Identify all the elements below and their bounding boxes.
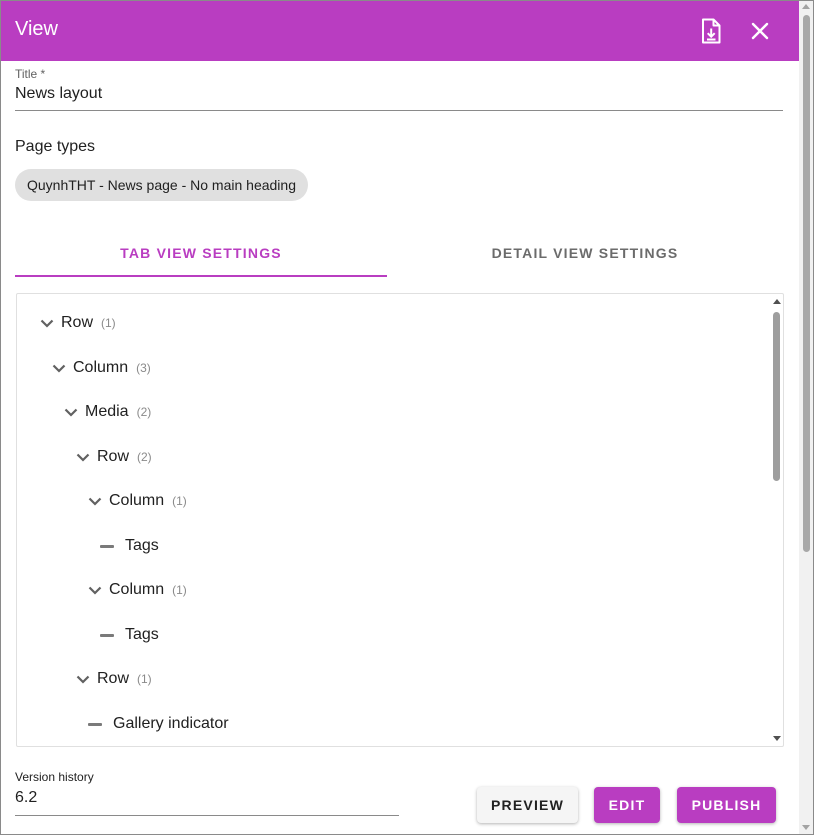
tree-node-label: Gallery indicator [113,715,229,732]
tree-scrollbar[interactable] [771,294,783,746]
download-button[interactable] [693,13,729,49]
tree-node-label: Column [73,359,129,376]
tree-node-label: Row [97,448,130,465]
tree-node-label: Column [109,492,165,509]
scroll-down-arrow-icon[interactable] [802,825,810,830]
file-download-icon [702,18,721,44]
minus-icon [100,633,114,637]
tree-scrollbar-thumb[interactable] [773,312,780,481]
tab-detail-view-settings[interactable]: DETAIL VIEW SETTINGS [399,233,771,275]
tree-node[interactable]: Row (1) [38,312,116,334]
tree-node-count: (2) [136,405,152,419]
chevron-down-icon[interactable] [38,314,56,332]
page-scrollbar[interactable] [799,1,813,834]
edit-button[interactable]: EDIT [594,787,660,823]
chevron-down-icon[interactable] [86,492,104,510]
title-input-underline [15,110,783,111]
tree-node-count: (1) [137,672,152,686]
version-history-label: Version history [15,770,94,784]
tree-node[interactable]: Media (2) [62,401,151,423]
preview-button[interactable]: PREVIEW [477,787,578,823]
tree-leaf[interactable]: Tags [98,624,159,646]
tree-node-label: Media [85,403,129,420]
scroll-up-arrow-icon[interactable] [802,4,810,9]
tree-node-count: (1) [101,316,116,330]
title-input[interactable]: News layout [15,85,102,103]
tree-node[interactable]: Column (1) [86,490,187,512]
version-history-underline [15,815,399,816]
tree-node-count: (1) [172,583,187,597]
tree-leaf[interactable]: Gallery indicator [86,713,229,735]
view-dialog: View Title * News layout Page types Quyn… [0,0,814,835]
tree-node-count: (2) [137,450,152,464]
dialog-header: View [1,1,799,61]
layout-tree: Row (1) Column (3) Media (2) Row (2) Column (1) Ta… [16,293,784,747]
tree-node[interactable]: Column (3) [50,357,151,379]
tree-node-label: Tags [125,626,159,643]
chevron-down-icon[interactable] [50,359,68,377]
tree-node[interactable]: Row (1) [74,668,152,690]
tree-leaf[interactable]: Tags [98,535,159,557]
tree-node[interactable]: Column (1) [86,579,187,601]
tree-node-label: Row [97,670,130,687]
version-history-input[interactable]: 6.2 [15,789,37,807]
tree-scroll-up-icon[interactable] [773,299,781,304]
chevron-down-icon[interactable] [74,448,92,466]
tree-node-label: Column [109,581,165,598]
page-scrollbar-thumb[interactable] [803,15,810,552]
chevron-down-icon[interactable] [86,581,104,599]
tree-node-count: (3) [136,361,151,375]
tree-node-count: (1) [172,494,187,508]
chevron-down-icon[interactable] [74,670,92,688]
minus-icon [88,722,102,726]
tab-view-settings[interactable]: TAB VIEW SETTINGS [15,233,387,277]
chevron-down-icon[interactable] [62,403,80,421]
page-type-chip[interactable]: QuynhTHT - News page - No main heading [15,169,308,201]
page-types-label: Page types [15,138,96,155]
close-icon [751,22,769,40]
minus-icon [100,544,114,548]
tree-node-label: Row [61,314,94,331]
close-button[interactable] [742,13,778,49]
dialog-title: View [15,18,58,40]
tree-node[interactable]: Row (2) [74,446,152,468]
publish-button[interactable]: PUBLISH [677,787,776,823]
title-field-label: Title * [15,67,46,81]
tree-scroll-down-icon[interactable] [773,736,781,741]
tree-node-label: Tags [125,537,159,554]
